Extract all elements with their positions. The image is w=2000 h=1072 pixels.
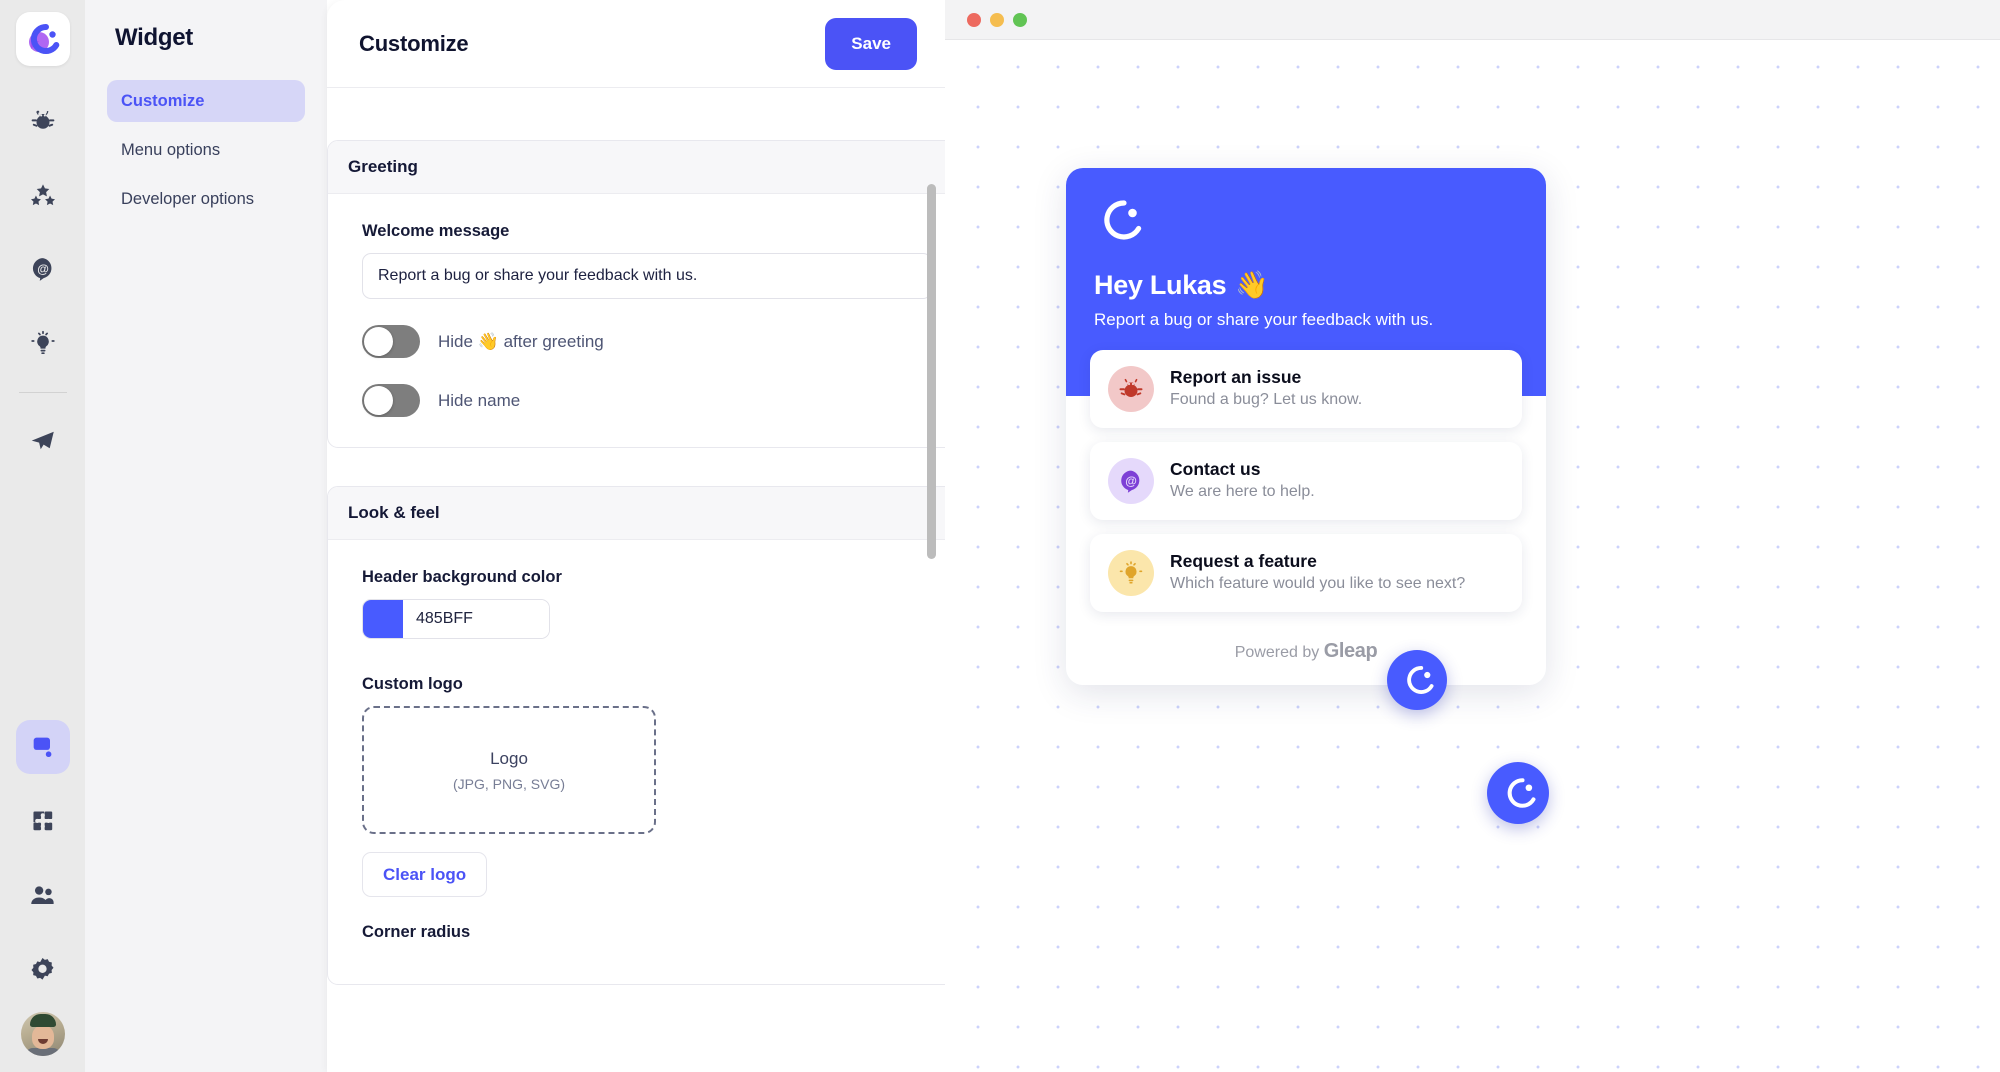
logo-dropzone[interactable]: Logo (JPG, PNG, SVG): [362, 706, 656, 834]
logo-dropzone-title: Logo: [490, 748, 528, 768]
menu-item-desc: We are here to help.: [1170, 483, 1315, 501]
menu-item-title: Contact us: [1170, 459, 1261, 480]
sidebar-item-integrations[interactable]: [16, 794, 70, 848]
bug-icon: [1108, 365, 1154, 412]
widget-greeting-title: Hey Lukas 👋: [1094, 269, 1518, 301]
widget-preview-pane: Hey Lukas 👋 Report a bug or share your f…: [945, 0, 2000, 1072]
bug-icon: [31, 110, 54, 129]
sidebar-item-customize[interactable]: Customize: [107, 80, 305, 122]
welcome-message-input[interactable]: [362, 253, 932, 299]
save-button[interactable]: Save: [825, 17, 917, 70]
custom-logo-label: Custom logo: [362, 675, 463, 693]
close-icon[interactable]: [967, 12, 981, 27]
header-color-input[interactable]: [403, 600, 549, 638]
greeting-card: Greeting Welcome message Hide 👋 after gr…: [327, 140, 945, 448]
puzzle-icon: [32, 811, 52, 831]
sidebar-item-developer-options[interactable]: Developer options: [107, 178, 305, 220]
menu-item-contact-us[interactable]: @ Contact us We are here to help.: [1090, 441, 1522, 520]
main-header: Customize Save: [327, 0, 945, 88]
at-mention-icon: @: [32, 258, 51, 281]
icon-rail: @: [0, 0, 85, 1072]
gleap-widget: Hey Lukas 👋 Report a bug or share your f…: [1066, 168, 1546, 685]
preview-titlebar: [945, 0, 2000, 40]
sidebar-item-menu-options[interactable]: Menu options: [107, 129, 305, 171]
hide-wave-toggle[interactable]: [362, 325, 420, 358]
app-logo[interactable]: [15, 12, 70, 66]
vertical-scrollbar[interactable]: [927, 184, 936, 559]
sidebar-item-widget[interactable]: [15, 720, 70, 774]
widget-screen-icon: [33, 737, 51, 758]
color-swatch[interactable]: [363, 600, 403, 638]
sidebar-item-settings[interactable]: [16, 942, 70, 996]
sidebar-item-bugs[interactable]: [16, 94, 70, 148]
gleap-logo-icon: [1507, 778, 1536, 808]
gleap-logo-icon: [28, 23, 59, 54]
svg-text:@: @: [1125, 474, 1137, 488]
widget-launcher-large[interactable]: [1487, 762, 1549, 824]
sidebar-item-team[interactable]: [16, 868, 70, 922]
main-panel: Customize Save Greeting Welcome message …: [327, 0, 945, 1072]
look-and-feel-card-title: Look & feel: [328, 487, 945, 540]
sidebar-item-outbound[interactable]: [16, 413, 70, 467]
minimize-icon[interactable]: [990, 12, 1004, 27]
sidebar-item-contact[interactable]: @: [16, 242, 70, 296]
lightbulb-icon: [1108, 549, 1154, 596]
avatar[interactable]: [20, 1012, 65, 1056]
hide-name-toggle-row: Hide name: [362, 384, 932, 417]
sidebar-item-ratings[interactable]: [16, 168, 70, 222]
greeting-card-title: Greeting: [328, 141, 945, 194]
gear-icon: [31, 957, 54, 980]
hide-wave-toggle-label: Hide 👋 after greeting: [438, 331, 604, 351]
wave-emoji: 👋: [1235, 270, 1269, 300]
maximize-icon[interactable]: [1013, 12, 1027, 27]
lightbulb-icon: [30, 330, 55, 354]
welcome-message-label: Welcome message: [362, 222, 510, 240]
look-and-feel-card: Look & feel Header background color Cust…: [327, 486, 945, 985]
svg-text:@: @: [37, 262, 49, 276]
menu-item-report-issue[interactable]: Report an issue Found a bug? Let us know…: [1090, 349, 1522, 428]
paper-plane-icon: [31, 431, 54, 449]
widget-menu-list: Report an issue Found a bug? Let us know…: [1066, 349, 1546, 612]
gleap-logo-icon: [1104, 200, 1142, 240]
bulb-glyph: [1119, 561, 1143, 584]
app-root: @ Widget Customize Menu options Develope…: [0, 0, 2000, 1072]
at-mention-icon: @: [1108, 457, 1154, 504]
menu-item-title: Request a feature: [1170, 551, 1317, 572]
sidebar-item-feature-requests[interactable]: [16, 316, 70, 370]
subnav-label: Developer options: [121, 189, 254, 208]
at-glyph: @: [1121, 470, 1140, 493]
menu-item-desc: Found a bug? Let us know.: [1170, 391, 1363, 409]
powered-by-prefix: Powered by: [1234, 643, 1320, 661]
subnav-list: Customize Menu options Developer options: [107, 80, 305, 220]
page-title: Widget: [115, 24, 193, 51]
preview-canvas: Hey Lukas 👋 Report a bug or share your f…: [945, 40, 2000, 1072]
gleap-logo-icon: [1407, 666, 1434, 694]
hide-name-toggle[interactable]: [362, 384, 420, 417]
menu-item-desc: Which feature would you like to see next…: [1170, 575, 1466, 593]
stars-icon: [30, 184, 55, 206]
subnav-label: Customize: [121, 91, 205, 110]
widget-greeting-subtitle: Report a bug or share your feedback with…: [1094, 310, 1434, 329]
powered-by: Powered by Gleap: [1066, 626, 1546, 685]
header-background-color-label: Header background color: [362, 568, 562, 586]
widget-logo: [1094, 196, 1518, 249]
menu-item-title: Report an issue: [1170, 367, 1302, 388]
bug-glyph: [1119, 378, 1143, 397]
widget-subnav: Widget Customize Menu options Developer …: [85, 0, 327, 1072]
people-icon: [31, 885, 54, 904]
rail-divider: [18, 392, 67, 393]
powered-by-brand: Gleap: [1323, 639, 1378, 662]
clear-logo-button[interactable]: Clear logo: [362, 852, 488, 897]
main-title: Customize: [359, 30, 469, 56]
corner-radius-label: Corner radius: [362, 923, 471, 941]
menu-item-request-feature[interactable]: Request a feature Which feature would yo…: [1090, 533, 1522, 612]
widget-greeting-text: Hey Lukas: [1094, 269, 1227, 300]
hide-name-toggle-label: Hide name: [438, 390, 521, 410]
logo-dropzone-formats: (JPG, PNG, SVG): [452, 775, 565, 792]
header-background-color-row: [362, 599, 932, 639]
subnav-label: Menu options: [121, 140, 221, 159]
settings-scroll-area[interactable]: Greeting Welcome message Hide 👋 after gr…: [327, 88, 945, 1072]
widget-launcher-small[interactable]: [1387, 650, 1447, 710]
hide-wave-toggle-row: Hide 👋 after greeting: [362, 325, 932, 358]
